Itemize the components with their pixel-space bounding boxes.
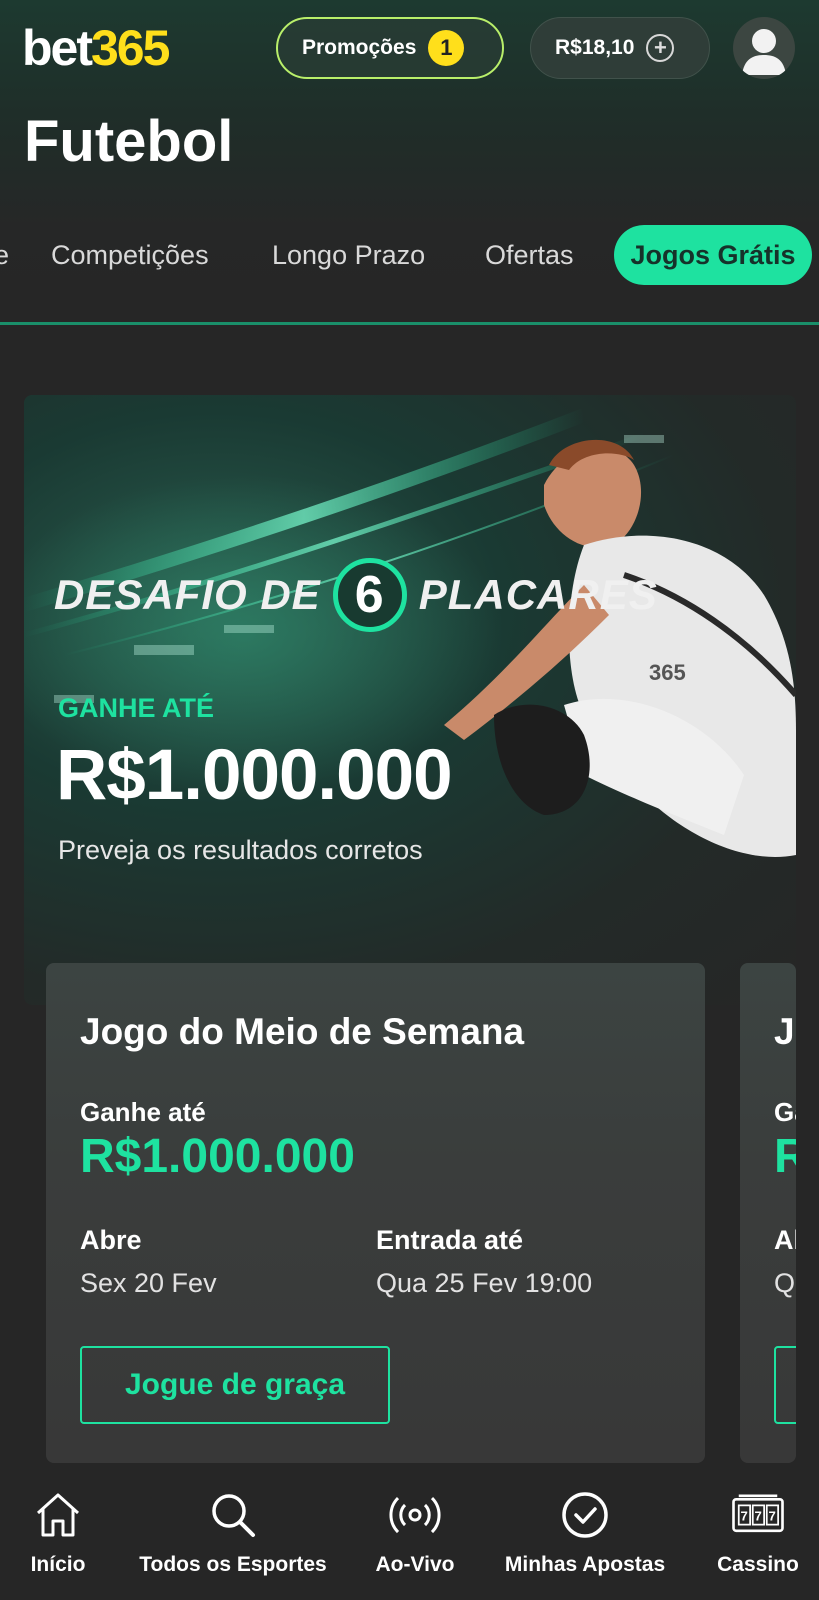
- promo-banner[interactable]: 365 DESAFIO DE 6 PLACARES GANHE ATÉ R$1.…: [24, 395, 796, 1005]
- game-card-title: Jogo do Meio de Semana: [80, 1011, 525, 1052]
- slot-machine-icon: 777: [730, 1487, 786, 1543]
- game-card-next[interactable]: J Ga R Al Q: [740, 963, 796, 1463]
- plus-icon: +: [646, 34, 675, 62]
- game-card-win-amount: R$1.000.000: [80, 1130, 355, 1183]
- search-icon: [205, 1487, 261, 1543]
- play-free-button[interactable]: Jogue de graça: [80, 1346, 390, 1424]
- svg-text:7: 7: [769, 1508, 776, 1523]
- svg-text:365: 365: [649, 660, 686, 685]
- sport-tabs: e Competições Longo Prazo Ofertas Jogos …: [0, 225, 819, 293]
- entry-value: Qua 25 Fev 19:00: [376, 1268, 593, 1298]
- bet365-logo[interactable]: bet365: [22, 22, 170, 74]
- banner-win-label: GANHE ATÉ: [58, 693, 215, 723]
- opens-label: Al: [774, 1225, 796, 1255]
- entry-label: Entrada até: [376, 1225, 524, 1255]
- balance-button[interactable]: R$18,10 +: [530, 17, 710, 79]
- tab-longo-prazo[interactable]: Longo Prazo: [272, 225, 425, 285]
- game-card-win-label: Ganhe até: [80, 1097, 206, 1127]
- tab-jogos-gratis[interactable]: Jogos Grátis: [614, 225, 812, 285]
- nav-inicio[interactable]: Início: [14, 1465, 102, 1600]
- game-card[interactable]: Jogo do Meio de Semana Ganhe até R$1.000…: [46, 963, 705, 1463]
- game-card-title: J: [774, 1011, 795, 1052]
- promotions-count-badge: 1: [428, 30, 465, 66]
- nav-ao-vivo[interactable]: Ao-Vivo: [365, 1465, 465, 1600]
- tabs-divider: [0, 322, 819, 325]
- tab-competicoes[interactable]: Competições: [51, 225, 209, 285]
- banner-subtitle: Preveja os resultados corretos: [58, 835, 423, 865]
- bottom-navigation: Início Todos os Esportes Ao-Vivo Minhas …: [0, 1465, 819, 1600]
- svg-text:7: 7: [741, 1508, 748, 1523]
- home-icon: [30, 1487, 86, 1543]
- opens-value: Sex 20 Fev: [80, 1268, 217, 1298]
- promotions-button[interactable]: Promoções 1: [276, 17, 504, 79]
- opens-value: Q: [774, 1268, 796, 1298]
- nav-cassino[interactable]: 777 Cassino: [710, 1465, 806, 1600]
- game-card-win-amount: R: [774, 1130, 796, 1183]
- user-avatar-icon[interactable]: [733, 17, 795, 79]
- svg-text:7: 7: [755, 1508, 762, 1523]
- banner-title: DESAFIO DE 6 PLACARES: [54, 558, 658, 632]
- six-badge-icon: 6: [332, 558, 407, 632]
- tab-ofertas[interactable]: Ofertas: [485, 225, 574, 285]
- balance-amount: R$18,10: [555, 36, 635, 59]
- game-card-win-label: Ga: [774, 1097, 796, 1127]
- tab-partial[interactable]: e: [0, 225, 9, 285]
- check-circle-icon: [557, 1487, 613, 1543]
- nav-minhas-apostas[interactable]: Minhas Apostas: [500, 1465, 670, 1600]
- play-free-button[interactable]: [774, 1346, 796, 1424]
- banner-win-amount: R$1.000.000: [56, 736, 453, 815]
- page-title: Futebol: [24, 109, 234, 174]
- live-broadcast-icon: [387, 1487, 443, 1543]
- nav-todos-esportes[interactable]: Todos os Esportes: [135, 1465, 331, 1600]
- opens-label: Abre: [80, 1225, 142, 1255]
- promotions-label: Promoções: [302, 36, 417, 59]
